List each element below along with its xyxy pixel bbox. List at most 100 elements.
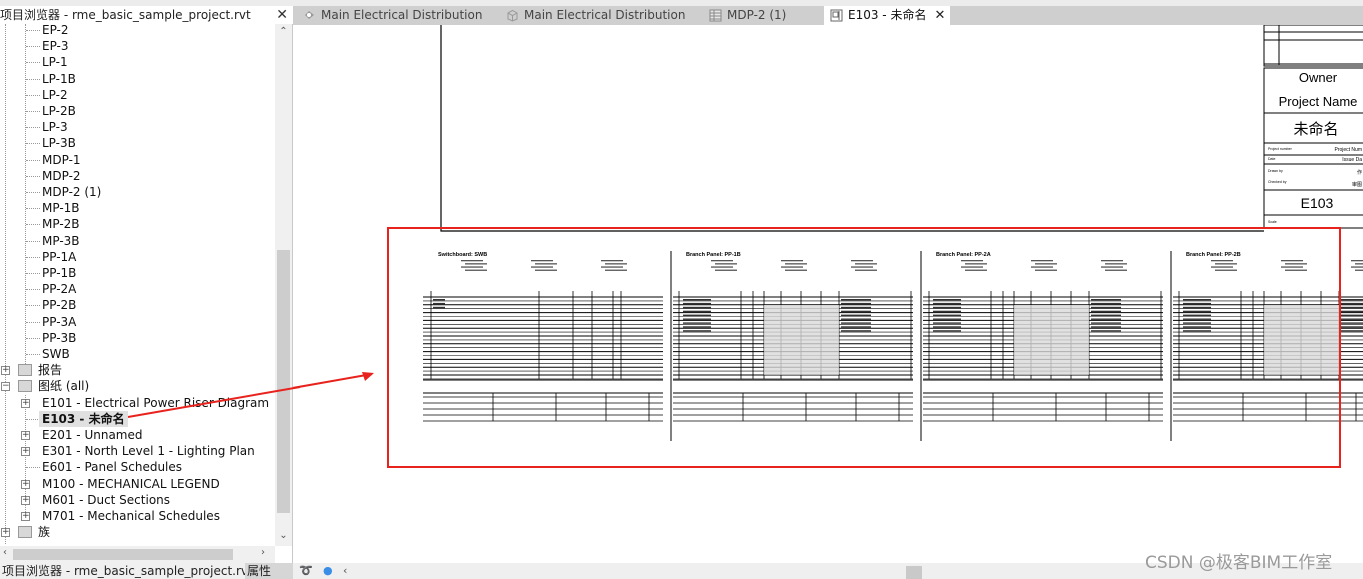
tree-group-families[interactable]: 族 (38, 524, 50, 540)
tree-guide (26, 94, 40, 96)
tree-item-sheet[interactable]: E301 - North Level 1 - Lighting Plan (42, 443, 255, 459)
project-number-value: Project Num (1334, 147, 1362, 153)
circuit-description-text (1341, 299, 1363, 301)
horizontal-scrollbar[interactable]: ‹ › (0, 546, 275, 563)
tree-item-panel[interactable]: MDP-1 (42, 152, 81, 168)
close-icon[interactable]: ✕ (276, 6, 288, 24)
expand-icon[interactable]: + (21, 398, 30, 408)
tree-item-panel[interactable]: MP-1B (42, 200, 80, 216)
tree-item-panel[interactable]: LP-1 (42, 54, 68, 70)
checked-by-label: Checked by (1268, 180, 1287, 184)
tab-label: Main Electrical Distribution (524, 8, 686, 22)
highlight-box (387, 227, 1341, 468)
tree-guide (26, 192, 40, 193)
tab-properties[interactable]: 属性 (245, 563, 293, 579)
tab-mdp-2-1[interactable]: MDP-2 (1) (703, 6, 786, 25)
scroll-left-icon[interactable]: ‹ (0, 547, 10, 558)
scroll-up-icon[interactable]: ⌃ (275, 26, 292, 37)
tree-item-panel[interactable]: PP-2A (42, 281, 76, 297)
tree-item-panel[interactable]: EP-2 (42, 24, 69, 38)
header-text-line (1351, 260, 1363, 262)
tab-project-browser[interactable]: 项目浏览器 - rme_basic_sample_project.rvt (0, 563, 255, 579)
tree-item-panel[interactable]: PP-1B (42, 265, 76, 281)
tree-guide (26, 418, 40, 420)
arrow-head (362, 372, 374, 381)
tree-guide (26, 127, 40, 129)
tree-item-sheet[interactable]: M701 - Mechanical Schedules (42, 508, 220, 524)
tree-item-panel[interactable]: PP-2B (42, 297, 76, 313)
tree-group-sheets[interactable]: 图纸 (all) (38, 378, 89, 394)
panel-tabs: 项目浏览器 - rme_basic_sample_project.rvt 属性 (0, 563, 293, 579)
sheet-icon (830, 9, 843, 22)
browser-tree: EP-2 EP-3 LP-1 LP-1B LP-2 LP-2B LP-3 LP-3B MDP-1… (0, 24, 275, 546)
tree-item-panel[interactable]: MP-2B (42, 216, 80, 232)
tree-item-panel[interactable]: EP-3 (42, 38, 69, 54)
tree-guide (26, 143, 40, 145)
tree-item-panel[interactable]: MP-3B (42, 233, 80, 249)
project-number-label: Project number (1268, 147, 1293, 151)
tree-item-panel[interactable]: PP-3A (42, 314, 76, 330)
tree-guide (26, 208, 40, 210)
tree-item-panel[interactable]: SWB (42, 346, 70, 362)
header-text-line (1355, 269, 1363, 271)
tree-item-sheet[interactable]: E601 - Panel Schedules (42, 459, 182, 475)
scrollbar-thumb[interactable] (13, 549, 233, 560)
collapse-icon[interactable]: ‹ (343, 564, 347, 577)
date-value: Issue Da (1342, 157, 1362, 163)
tree-item-panel[interactable]: MDP-2 (42, 168, 81, 184)
expand-icon[interactable]: + (21, 512, 30, 521)
tree-item-sheet[interactable]: E201 - Unnamed (42, 427, 142, 443)
tree-item-sheet[interactable]: E103 - 未命名 (39, 410, 128, 427)
vertical-scrollbar[interactable]: ⌃ ⌄ (275, 24, 292, 546)
watermark: CSDN @极客BIM工作室 (1145, 553, 1333, 573)
view-scrollbar-thumb[interactable] (906, 566, 922, 579)
project-browser-title: 项目浏览器 - rme_basic_sample_project.rvt ✕ (0, 6, 293, 24)
expand-icon[interactable]: + (21, 447, 30, 457)
expand-icon[interactable]: + (21, 495, 30, 505)
tree-item-sheet[interactable]: M100 - MECHANICAL LEGEND (42, 476, 220, 492)
date-label: Date (1268, 157, 1275, 161)
revit-window: 项目浏览器 - rme_basic_sample_project.rvt ✕ E… (0, 0, 1363, 579)
expand-icon[interactable]: + (21, 431, 30, 440)
header-text-line (1351, 266, 1363, 268)
collapse-icon[interactable]: − (1, 382, 10, 392)
tree-item-panel[interactable]: MDP-2 (1) (42, 184, 101, 200)
project-browser: 项目浏览器 - rme_basic_sample_project.rvt ✕ E… (0, 6, 293, 563)
close-tab-icon[interactable]: ✕ (935, 6, 946, 25)
sheet-border (440, 25, 1264, 232)
tree-item-sheet[interactable]: M601 - Duct Sections (42, 492, 170, 508)
tab-main-electrical-distribution-3d[interactable]: Main Electrical Distribution (297, 6, 482, 25)
tree-guide (26, 273, 40, 274)
tab-label: Main Electrical Distribution (321, 8, 483, 22)
circuit-description-text (1341, 318, 1363, 320)
steering-wheel-icon[interactable]: ➰ (299, 564, 313, 577)
scroll-right-icon[interactable]: › (258, 547, 268, 558)
tree-guide (26, 289, 40, 291)
tab-main-electrical-distribution-box[interactable]: Main Electrical Distribution (500, 6, 685, 25)
header-text-line (1355, 263, 1363, 265)
tree-item-panel[interactable]: PP-3B (42, 330, 76, 346)
sheet-view[interactable]: Owner Project Name 未命名 Project number Pr… (293, 25, 1363, 563)
tree-item-panel[interactable]: LP-2 (42, 87, 68, 103)
circuit-description-text (1341, 314, 1363, 316)
drawn-by-value: 作 (1357, 169, 1362, 176)
circuit-description-text (1341, 326, 1363, 328)
scale-label: Scale (1268, 220, 1277, 224)
tree-guide (26, 159, 40, 161)
sheet-name-text: 未命名 (1293, 120, 1338, 138)
scroll-down-icon[interactable]: ⌄ (275, 530, 292, 541)
expand-icon[interactable]: + (1, 366, 10, 376)
tree-item-panel[interactable]: PP-1A (42, 249, 76, 265)
expand-icon[interactable]: + (1, 528, 10, 538)
tree-guide (26, 224, 40, 226)
tab-e103[interactable]: E103 - 未命名 ✕ (824, 6, 951, 25)
tree-group-reports[interactable]: 报告 (38, 362, 62, 378)
lightbulb-icon[interactable]: ● (323, 564, 333, 577)
expand-icon[interactable]: + (21, 479, 30, 489)
tree-item-panel[interactable]: LP-2B (42, 103, 76, 119)
scrollbar-thumb[interactable] (277, 250, 290, 513)
tree-item-panel[interactable]: LP-1B (42, 71, 76, 87)
tree-item-panel[interactable]: LP-3B (42, 135, 76, 151)
tree-item-sheet[interactable]: E101 - Electrical Power Riser Diagram (42, 395, 269, 411)
tree-item-panel[interactable]: LP-3 (42, 119, 68, 135)
